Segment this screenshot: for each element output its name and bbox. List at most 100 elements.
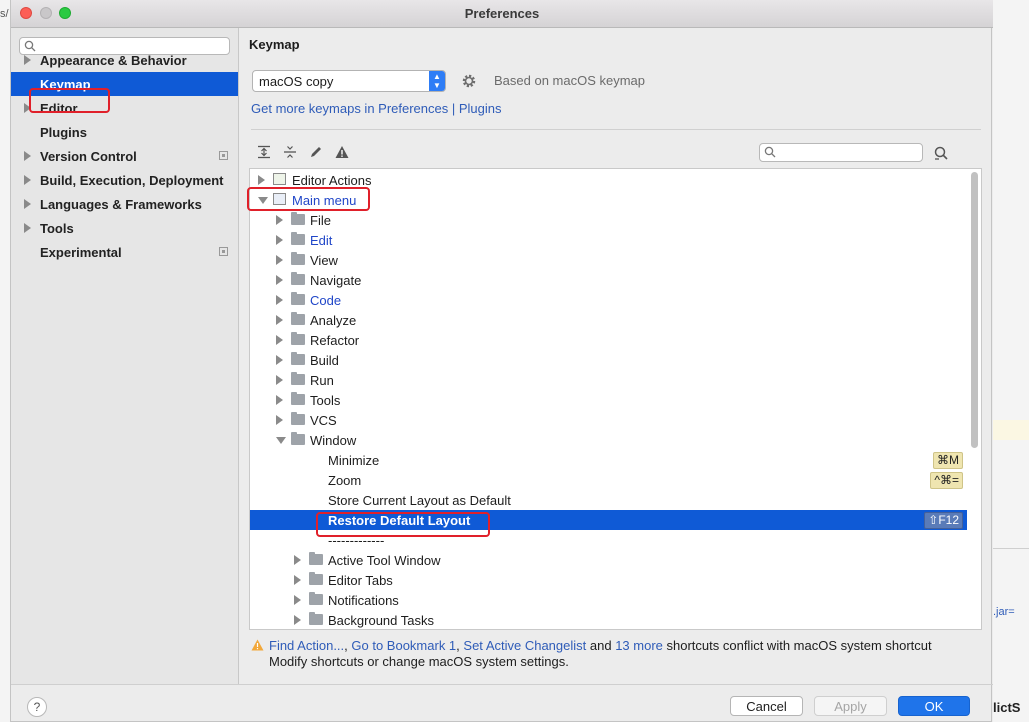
sidebar-item-version-control[interactable]: Version Control [11,144,238,168]
gear-icon[interactable] [461,73,477,89]
tree-row[interactable]: Code [250,290,967,310]
chevron-right-icon[interactable] [24,175,31,185]
search-icon [764,146,776,158]
tree-row[interactable]: Store Current Layout as Default [250,490,967,510]
tree-row[interactable]: Active Tool Window [250,550,967,570]
tree-row-label: Edit [310,233,333,248]
find-by-shortcut-icon[interactable] [933,145,949,161]
chevron-right-icon[interactable] [24,199,31,209]
get-more-keymaps-link[interactable]: Get more keymaps in Preferences | Plugin… [251,101,502,116]
collapse-all-icon[interactable] [283,145,297,159]
tree-row-label: Minimize [328,453,380,468]
tree-row[interactable]: Navigate [250,270,967,290]
project-level-icon [219,151,228,160]
tree-row[interactable]: Background Tasks [250,610,967,629]
chevron-right-icon[interactable] [294,575,301,585]
tree-row-label: VCS [310,413,337,428]
tree-row[interactable]: View [250,250,967,270]
background-highlight [993,420,1029,440]
tree-row[interactable]: Run [250,370,967,390]
edit-shortcut-icon[interactable] [309,145,323,159]
folder-icon [291,272,305,285]
chevron-right-icon[interactable] [24,223,31,233]
tree-row[interactable]: Editor Tabs [250,570,967,590]
chevron-right-icon[interactable] [276,395,283,405]
chevron-right-icon[interactable] [294,615,301,625]
sidebar-item-label: Tools [40,221,74,236]
sidebar-item-appearance-behavior[interactable]: Appearance & Behavior [11,48,238,72]
apply-button[interactable]: Apply [814,696,887,716]
actions-tree[interactable]: Editor Actions Main menu File Edit View Navig… [249,168,982,630]
tree-row[interactable]: Notifications [250,590,967,610]
sidebar-item-languages-frameworks[interactable]: Languages & Frameworks [11,192,238,216]
chevron-right-icon[interactable] [258,175,265,185]
tree-row-label: Analyze [310,313,357,328]
help-button[interactable]: ? [27,697,47,717]
background-text-fragment: lictS [993,700,1021,715]
chevron-down-icon[interactable] [276,437,286,444]
chevron-right-icon[interactable] [276,255,283,265]
tree-row-label: Active Tool Window [328,553,441,568]
ok-button[interactable]: OK [898,696,970,716]
chevron-right-icon[interactable] [276,355,283,365]
tree-row-label: Store Current Layout as Default [328,493,511,508]
tree-row-label: Window [310,433,357,448]
sidebar-item-plugins[interactable]: Plugins [11,120,238,144]
background-divider [993,548,1029,549]
action-filter-input[interactable] [759,143,923,162]
chevron-right-icon[interactable] [276,375,283,385]
warning-icon [251,639,264,651]
conflict-hint: Modify shortcuts or change macOS system … [269,654,569,669]
sidebar-item-label: Version Control [40,149,137,164]
tree-row[interactable]: Window [250,430,967,450]
settings-sidebar: Appearance & Behavior Keymap Editor Plugins… [11,28,239,684]
set-active-changelist-link[interactable]: Set Active Changelist [463,638,586,653]
chevron-right-icon[interactable] [276,335,283,345]
tree-row[interactable]: VCS [250,410,967,430]
title-bar: Preferences [11,0,993,28]
folder-icon [291,252,305,265]
tree-row[interactable]: Tools [250,390,967,410]
tree-row-label: View [310,253,338,268]
sidebar-item-build-execution-deployment[interactable]: Build, Execution, Deployment [11,168,238,192]
tree-row[interactable]: Analyze [250,310,967,330]
cancel-button[interactable]: Cancel [730,696,803,716]
go-to-bookmark-link[interactable]: Go to Bookmark 1 [351,638,456,653]
more-conflicts-link[interactable]: 13 more [615,638,663,653]
sidebar-item-label: Build, Execution, Deployment [40,173,224,188]
tree-row[interactable]: Zoom ^⌘= [250,470,967,490]
tree-row[interactable]: Refactor [250,330,967,350]
chevron-right-icon[interactable] [294,595,301,605]
tree-row-label: Notifications [328,593,399,608]
select-arrows-icon: ▲ ▼ [429,71,445,91]
chevron-right-icon[interactable] [276,235,283,245]
folder-icon [309,612,323,625]
tree-row-label: Background Tasks [328,613,434,628]
chevron-right-icon[interactable] [276,415,283,425]
chevron-right-icon[interactable] [24,55,31,65]
chevron-right-icon[interactable] [276,215,283,225]
preferences-window: Preferences Appearance & Behavior Keymap E… [10,0,993,722]
sidebar-item-experimental[interactable]: Experimental [11,240,238,264]
folder-icon [291,412,305,425]
find-action-link[interactable]: Find Action... [269,638,344,653]
background-text-fragment: .jar= [993,606,1015,618]
tree-row[interactable]: File [250,210,967,230]
divider [251,129,981,130]
chevron-right-icon[interactable] [24,151,31,161]
expand-all-icon[interactable] [257,145,271,159]
keymap-select[interactable]: macOS copy ▲ ▼ [252,70,446,92]
tree-row[interactable]: Minimize ⌘M [250,450,967,470]
sidebar-item-tools[interactable]: Tools [11,216,238,240]
tree-row-label: Zoom [328,473,362,488]
chevron-right-icon[interactable] [276,315,283,325]
window-title: Preferences [464,6,540,21]
chevron-right-icon[interactable] [276,275,283,285]
tree-row[interactable]: Edit [250,230,967,250]
chevron-right-icon[interactable] [294,555,301,565]
folder-icon [291,432,305,445]
conflicts-warning-icon[interactable] [335,145,349,159]
tree-scrollbar-thumb[interactable] [971,172,978,448]
chevron-right-icon[interactable] [276,295,283,305]
tree-row[interactable]: Build [250,350,967,370]
